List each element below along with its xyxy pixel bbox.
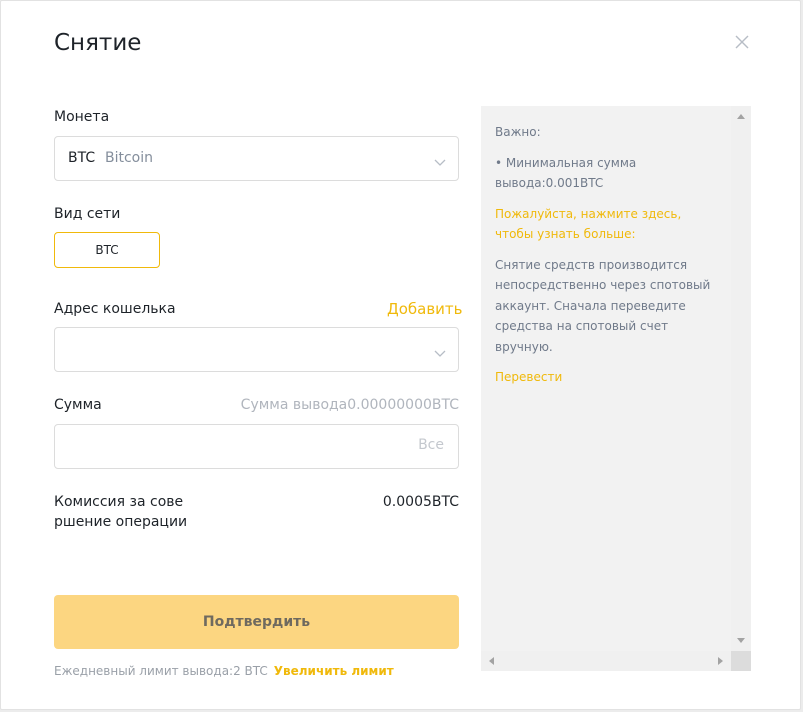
network-option-btc[interactable]: BTC — [54, 232, 160, 268]
more-line-1: Пожалуйста, нажмите здесь, — [495, 206, 682, 221]
scroll-down-icon[interactable] — [737, 638, 745, 643]
coin-code: BTC — [68, 150, 96, 166]
info-line-2: непосредственно через спотовый — [495, 278, 711, 292]
min-withdrawal-note: • Минимальная сумма вывода:0.001BTC — [495, 153, 725, 194]
transfer-link[interactable]: Перевести — [495, 367, 725, 388]
info-line-1: Снятие средств производится — [495, 257, 688, 272]
scroll-left-icon[interactable] — [489, 657, 494, 665]
info-line-5: вручную. — [495, 339, 553, 354]
daily-limit-text: Ежедневный лимит вывода:2 BTC — [54, 664, 268, 678]
coin-name: Bitcoin — [105, 150, 154, 166]
chevron-down-icon — [434, 344, 446, 357]
all-amount-button[interactable]: Все — [418, 437, 444, 453]
amount-available-hint: Сумма вывода0.00000000BTC — [240, 397, 459, 413]
info-line-3: аккаунт. Сначала переведите — [495, 298, 686, 313]
amount-input[interactable]: Все — [54, 424, 459, 469]
close-icon[interactable] — [731, 31, 753, 53]
min-line-2: вывода:0.001BTC — [495, 176, 604, 190]
modal-title: Снятие — [54, 30, 142, 56]
coin-select[interactable]: BTC Bitcoin — [54, 136, 459, 181]
coin-label: Монета — [54, 109, 110, 125]
vertical-scrollbar[interactable] — [731, 106, 751, 651]
network-label: Вид сети — [54, 206, 121, 222]
scroll-up-icon[interactable] — [737, 114, 745, 119]
increase-limit-link[interactable]: Увеличить лимит — [274, 664, 394, 678]
chevron-down-icon — [434, 153, 446, 166]
info-line-4: средства на спотовый счет — [495, 319, 669, 333]
add-address-link[interactable]: Добавить — [387, 299, 463, 319]
info-panel-content: Важно: • Минимальная сумма вывода:0.001B… — [495, 122, 725, 398]
spot-account-note: Снятие средств производится непосредстве… — [495, 255, 725, 358]
fee-value: 0.0005BTC — [382, 494, 459, 510]
fee-label-line1: Комиссия за сове — [54, 494, 184, 510]
more-line-2: чтобы узнать больше: — [495, 227, 636, 241]
fee-label-line2: ршение операции — [54, 514, 188, 530]
address-label: Адрес кошелька — [54, 301, 176, 317]
scrollbar-corner — [731, 651, 751, 671]
info-panel: Важно: • Минимальная сумма вывода:0.001B… — [481, 106, 751, 671]
scroll-right-icon[interactable] — [718, 657, 723, 665]
min-line-1: • Минимальная сумма — [495, 155, 637, 170]
important-heading: Важно: — [495, 125, 541, 139]
address-select[interactable] — [54, 327, 459, 372]
amount-label: Сумма — [54, 397, 102, 413]
learn-more-link[interactable]: Пожалуйста, нажмите здесь, чтобы узнать … — [495, 204, 725, 245]
confirm-button[interactable]: Подтвердить — [54, 595, 459, 649]
horizontal-scrollbar[interactable] — [481, 651, 731, 671]
withdraw-modal: Снятие Монета BTC Bitcoin Вид сети BTC А… — [0, 0, 801, 710]
daily-limit: Ежедневный лимит вывода:2 BTC Увеличить л… — [54, 662, 394, 680]
